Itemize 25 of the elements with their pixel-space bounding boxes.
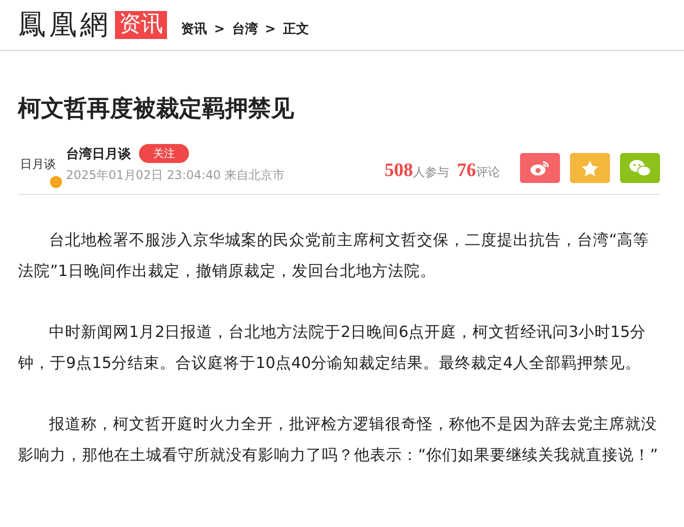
article-title: 柯文哲再度被裁定羁押禁见 xyxy=(18,95,295,124)
article-paragraph: 报道称，柯文哲开庭时火力全开，批评检方逻辑很奇怪，称他不是因为辞去党主席就没影响力，那他在土城看守所就没有影响力了吗？他表示：“你们如果要继续关我就直接说！” xyxy=(18,414,660,466)
share-button[interactable] xyxy=(570,153,610,183)
stat-count: 76 xyxy=(457,160,476,182)
breadcrumb-separator: > xyxy=(264,22,276,36)
author-avatar: 日月谈 xyxy=(20,156,56,172)
follow-button[interactable]: 关注 xyxy=(139,144,189,163)
channel-badge: 资讯 xyxy=(115,11,167,39)
stat-label: 人参与 xyxy=(413,164,449,181)
star-icon xyxy=(581,160,599,176)
stat-count: 508 xyxy=(384,160,413,182)
breadcrumb-separator: > xyxy=(214,22,225,36)
article-paragraph: 中时新闻网1月2日报道，台北地方法院于2日晚间6点开庭，柯文哲经讯问3小时15分钟，于9点15分结束。合议庭将于10点40分谕知裁定结果。最终裁定4人全部羁押禁见。 xyxy=(18,322,648,374)
site-logo[interactable]: 鳳凰網 xyxy=(18,11,111,39)
share-button[interactable] xyxy=(620,153,660,183)
wechat-icon xyxy=(629,159,651,177)
breadcrumb-link[interactable]: 正文 xyxy=(282,20,309,38)
stat-label: 评论 xyxy=(476,164,500,181)
author-name[interactable]: 台湾日月谈 xyxy=(66,144,131,162)
publish-info: 2025年01月02日 23:04:40 来自北京市 xyxy=(66,167,285,184)
weibo-icon xyxy=(530,160,550,176)
breadcrumb-link[interactable]: 台湾 xyxy=(232,20,258,38)
article-paragraph: 台北地检署不服涉入京华城案的民众党前主席柯文哲交保，二度提出抗告，台湾“高等法院”1日晚间作出裁定，撤销原裁定，发回台北地方法院。 xyxy=(18,230,650,282)
breadcrumb-link[interactable]: 资讯 xyxy=(181,20,207,38)
share-button[interactable] xyxy=(520,153,560,183)
